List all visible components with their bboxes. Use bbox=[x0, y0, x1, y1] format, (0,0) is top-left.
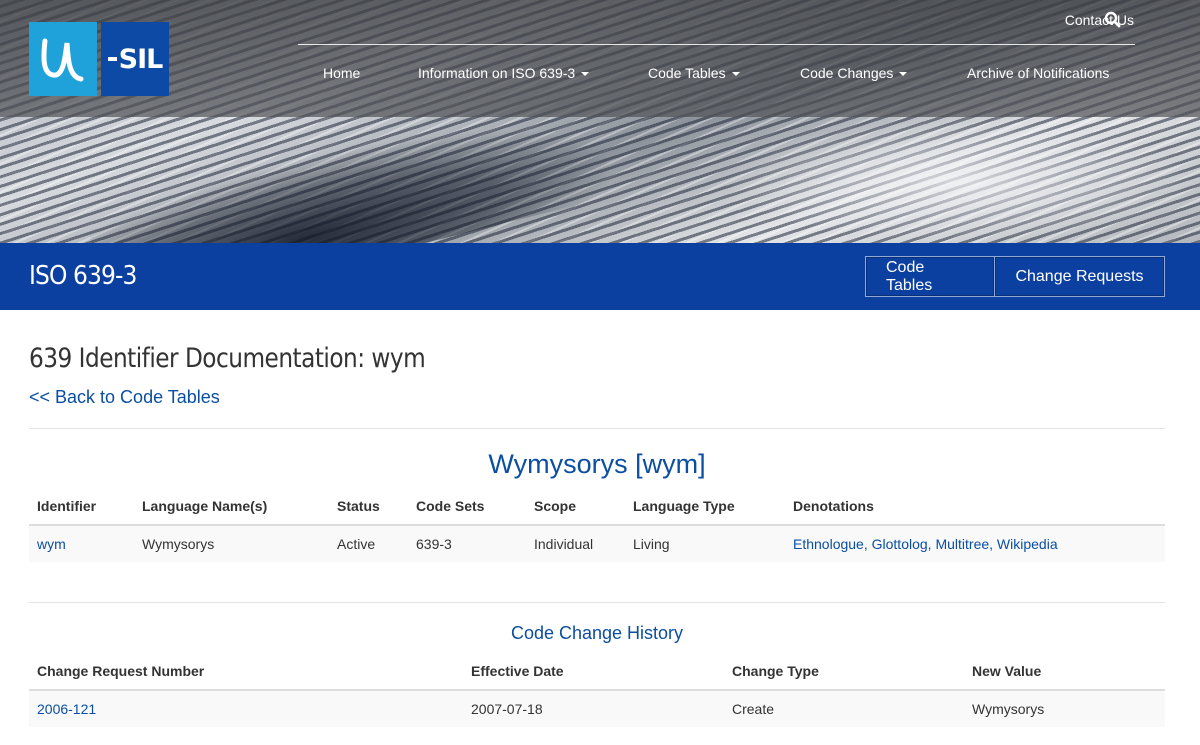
new-value-cell: Wymysorys bbox=[964, 690, 1165, 727]
column-header: Effective Date bbox=[463, 653, 724, 691]
divider bbox=[29, 602, 1165, 603]
section-title: ISO 639-3 bbox=[29, 261, 137, 291]
nav-item-archive[interactable]: Archive of Notifications bbox=[967, 65, 1109, 81]
column-header: Change Type bbox=[724, 653, 964, 691]
nav-item-label: Code Changes bbox=[800, 65, 894, 81]
section-bar-buttons: Code Tables Change Requests bbox=[865, 256, 1165, 297]
nav-item-code-tables[interactable]: Code Tables bbox=[648, 65, 740, 81]
identifier-link[interactable]: wym bbox=[37, 536, 66, 552]
table-row: wym Wymysorys Active 639-3 Individual Li… bbox=[29, 525, 1165, 562]
search-icon[interactable] bbox=[1104, 11, 1122, 29]
change-type-cell: Create bbox=[724, 690, 964, 727]
table-row: 2006-121 2007-07-18 Create Wymysorys bbox=[29, 690, 1165, 727]
nav-item-label: Information on ISO 639-3 bbox=[418, 65, 576, 81]
nav-item-home[interactable]: Home bbox=[323, 65, 360, 81]
separator: , bbox=[863, 536, 872, 552]
change-requests-button[interactable]: Change Requests bbox=[995, 256, 1165, 297]
table-header-row: Change Request Number Effective Date Cha… bbox=[29, 653, 1165, 691]
caret-down-icon bbox=[731, 72, 740, 77]
identifier-table: Identifier Language Name(s) Status Code … bbox=[29, 488, 1165, 562]
effective-date-cell: 2007-07-18 bbox=[463, 690, 724, 727]
header-overlay bbox=[0, 0, 1200, 117]
nav-item-label: Code Tables bbox=[648, 65, 726, 81]
hero-rock-highlight bbox=[720, 120, 1200, 243]
column-header: Language Name(s) bbox=[134, 488, 329, 526]
column-header: Scope bbox=[526, 488, 625, 526]
table-header-row: Identifier Language Name(s) Status Code … bbox=[29, 488, 1165, 526]
nav-divider bbox=[298, 44, 1135, 45]
nav-item-label: Home bbox=[323, 65, 361, 81]
wikipedia-link[interactable]: Wikipedia bbox=[997, 536, 1058, 552]
status-cell: Active bbox=[329, 525, 408, 562]
page-title: 639 Identifier Documentation: wym bbox=[29, 343, 426, 374]
column-header: Language Type bbox=[625, 488, 785, 526]
column-header: Code Sets bbox=[408, 488, 526, 526]
code-sets-cell: 639-3 bbox=[408, 525, 526, 562]
language-heading: Wymysorys [wym] bbox=[488, 449, 706, 479]
hero-banner: SIL Contact Us Home Information on ISO 6… bbox=[0, 0, 1200, 243]
column-header: Change Request Number bbox=[29, 653, 463, 691]
glottolog-link[interactable]: Glottolog bbox=[872, 536, 928, 552]
scope-cell: Individual bbox=[526, 525, 625, 562]
nav-item-code-changes[interactable]: Code Changes bbox=[800, 65, 908, 81]
divider bbox=[29, 428, 1165, 429]
back-to-code-tables-link[interactable]: << Back to Code Tables bbox=[29, 387, 220, 408]
column-header: Denotations bbox=[785, 488, 1165, 526]
nav-item-information[interactable]: Information on ISO 639-3 bbox=[418, 65, 590, 81]
caret-down-icon bbox=[899, 72, 908, 77]
denotations-cell: Ethnologue, Glottolog, Multitree, Wikipe… bbox=[785, 525, 1165, 562]
ethnologue-link[interactable]: Ethnologue bbox=[793, 536, 864, 552]
code-tables-button[interactable]: Code Tables bbox=[865, 256, 995, 297]
contact-us-link[interactable]: Contact Us bbox=[1065, 12, 1134, 28]
history-table: Change Request Number Effective Date Cha… bbox=[29, 653, 1165, 727]
language-type-cell: Living bbox=[625, 525, 785, 562]
section-bar: ISO 639-3 Code Tables Change Requests bbox=[0, 243, 1200, 310]
language-name-cell: Wymysorys bbox=[134, 525, 329, 562]
column-header: Identifier bbox=[29, 488, 134, 526]
logo-dash bbox=[107, 57, 117, 61]
change-request-link[interactable]: 2006-121 bbox=[37, 701, 96, 717]
main-nav: Home Information on ISO 639-3 Code Table… bbox=[0, 65, 1200, 85]
column-header: Status bbox=[329, 488, 408, 526]
caret-down-icon bbox=[581, 72, 590, 77]
multitree-link[interactable]: Multitree bbox=[935, 536, 989, 552]
code-change-history-heading: Code Change History bbox=[510, 623, 684, 643]
nav-item-label: Archive of Notifications bbox=[967, 65, 1110, 81]
utility-nav: Contact Us bbox=[1065, 12, 1134, 28]
column-header: New Value bbox=[964, 653, 1165, 691]
separator: , bbox=[989, 536, 997, 552]
